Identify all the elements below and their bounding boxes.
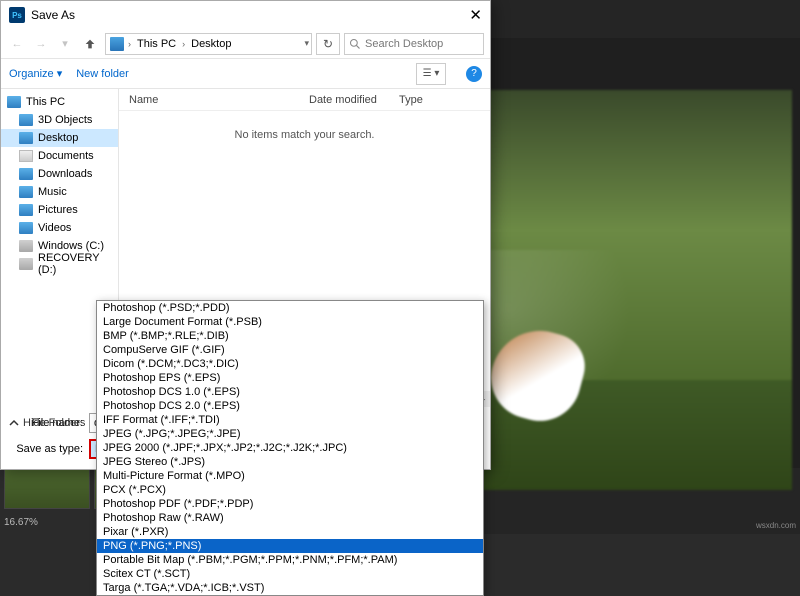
nav-toolbar: ← → ▾ › This PC › Desktop ▾ ↻ Search Des… bbox=[1, 29, 490, 59]
chevron-up-icon bbox=[9, 418, 19, 428]
file-type-option[interactable]: Pixar (*.PXR) bbox=[97, 525, 483, 539]
sidebar-item-documents[interactable]: Documents bbox=[1, 147, 118, 165]
file-type-option[interactable]: Dicom (*.DCM;*.DC3;*.DIC) bbox=[97, 357, 483, 371]
zoom-level[interactable]: 16.67% bbox=[4, 517, 38, 528]
sidebar-item-3d-objects[interactable]: 3D Objects bbox=[1, 111, 118, 129]
file-type-option[interactable]: Scitex CT (*.SCT) bbox=[97, 567, 483, 581]
file-type-option[interactable]: Large Document Format (*.PSB) bbox=[97, 315, 483, 329]
file-type-option[interactable]: Photoshop DCS 1.0 (*.EPS) bbox=[97, 385, 483, 399]
folder-icon bbox=[19, 186, 33, 198]
sidebar-item-desktop[interactable]: Desktop bbox=[1, 129, 118, 147]
sidebar-item-pictures[interactable]: Pictures bbox=[1, 201, 118, 219]
organize-toolbar: Organize ▾ New folder ☰ ▾ ? bbox=[1, 59, 490, 89]
hide-folders-toggle[interactable]: Hide Folders bbox=[9, 417, 85, 429]
sidebar-item-label: Music bbox=[38, 186, 67, 198]
breadcrumb-item[interactable]: Desktop bbox=[187, 36, 235, 52]
breadcrumb-item[interactable]: This PC bbox=[133, 36, 180, 52]
breadcrumb[interactable]: › This PC › Desktop ▾ bbox=[105, 33, 312, 55]
file-type-option[interactable]: CompuServe GIF (*.GIF) bbox=[97, 343, 483, 357]
back-button[interactable]: ← bbox=[7, 34, 27, 54]
dialog-title: Save As bbox=[31, 8, 75, 22]
chevron-right-icon: › bbox=[182, 39, 185, 49]
watermark-text: wsxdn.com bbox=[756, 521, 796, 530]
help-icon[interactable]: ? bbox=[466, 66, 482, 82]
file-type-option[interactable]: Photoshop Raw (*.RAW) bbox=[97, 511, 483, 525]
folder-icon bbox=[19, 240, 33, 252]
folder-icon bbox=[19, 222, 33, 234]
save-as-type-dropdown[interactable]: Photoshop (*.PSD;*.PDD)Large Document Fo… bbox=[96, 300, 484, 596]
file-type-option[interactable]: PNG (*.PNG;*.PNS) bbox=[97, 539, 483, 553]
up-button[interactable] bbox=[79, 34, 101, 54]
file-type-option[interactable]: JPEG (*.JPG;*.JPEG;*.JPE) bbox=[97, 427, 483, 441]
search-icon bbox=[349, 38, 361, 50]
file-type-option[interactable]: BMP (*.BMP;*.RLE;*.DIB) bbox=[97, 329, 483, 343]
sidebar-item-label: Downloads bbox=[38, 168, 92, 180]
sidebar-item-label: RECOVERY (D:) bbox=[38, 252, 114, 276]
pc-icon bbox=[110, 37, 124, 51]
column-date[interactable]: Date modified bbox=[309, 94, 399, 106]
organize-menu[interactable]: Organize ▾ bbox=[9, 67, 62, 80]
file-type-option[interactable]: PCX (*.PCX) bbox=[97, 483, 483, 497]
sidebar-item-downloads[interactable]: Downloads bbox=[1, 165, 118, 183]
recent-locations-button[interactable]: ▾ bbox=[55, 34, 75, 54]
folder-icon bbox=[19, 114, 33, 126]
chevron-down-icon[interactable]: ▾ bbox=[304, 38, 309, 49]
new-folder-button[interactable]: New folder bbox=[76, 68, 129, 80]
file-type-option[interactable]: Photoshop PDF (*.PDF;*.PDP) bbox=[97, 497, 483, 511]
file-type-option[interactable]: IFF Format (*.IFF;*.TDI) bbox=[97, 413, 483, 427]
file-type-option[interactable]: JPEG Stereo (*.JPS) bbox=[97, 455, 483, 469]
empty-folder-message: No items match your search. bbox=[119, 129, 490, 141]
column-type[interactable]: Type bbox=[399, 94, 459, 106]
folder-icon bbox=[19, 258, 33, 270]
close-icon[interactable]: ✕ bbox=[469, 6, 482, 24]
search-placeholder: Search Desktop bbox=[365, 38, 443, 50]
view-options-button[interactable]: ☰ ▾ bbox=[416, 63, 446, 85]
file-type-option[interactable]: Photoshop DCS 2.0 (*.EPS) bbox=[97, 399, 483, 413]
sidebar-item-label: Desktop bbox=[38, 132, 78, 144]
folder-icon bbox=[19, 204, 33, 216]
search-input[interactable]: Search Desktop bbox=[344, 33, 484, 55]
refresh-button[interactable]: ↻ bbox=[316, 33, 340, 55]
chevron-right-icon: › bbox=[128, 39, 131, 49]
file-type-option[interactable]: Photoshop (*.PSD;*.PDD) bbox=[97, 301, 483, 315]
forward-button[interactable]: → bbox=[31, 34, 51, 54]
sidebar-item-music[interactable]: Music bbox=[1, 183, 118, 201]
file-type-option[interactable]: Targa (*.TGA;*.VDA;*.ICB;*.VST) bbox=[97, 581, 483, 595]
file-type-option[interactable]: JPEG 2000 (*.JPF;*.JPX;*.JP2;*.J2C;*.J2K… bbox=[97, 441, 483, 455]
folder-icon bbox=[19, 150, 33, 162]
column-name[interactable]: Name bbox=[119, 94, 309, 106]
folder-icon bbox=[19, 168, 33, 180]
sidebar-item-this-pc[interactable]: This PC bbox=[1, 93, 118, 111]
sidebar-item-videos[interactable]: Videos bbox=[1, 219, 118, 237]
sidebar-item-recovery-d[interactable]: RECOVERY (D:) bbox=[1, 255, 118, 273]
sidebar-item-label: Windows (C:) bbox=[38, 240, 104, 252]
file-type-option[interactable]: Portable Bit Map (*.PBM;*.PGM;*.PPM;*.PN… bbox=[97, 553, 483, 567]
save-as-type-label: Save as type: bbox=[11, 443, 89, 455]
sidebar-item-label: 3D Objects bbox=[38, 114, 92, 126]
column-headers[interactable]: Name Date modified Type bbox=[119, 89, 490, 111]
sidebar-item-label: Pictures bbox=[38, 204, 78, 216]
photoshop-app-icon: Ps bbox=[9, 7, 25, 23]
file-type-option[interactable]: Multi-Picture Format (*.MPO) bbox=[97, 469, 483, 483]
file-type-option[interactable]: Photoshop EPS (*.EPS) bbox=[97, 371, 483, 385]
dialog-titlebar[interactable]: Ps Save As ✕ bbox=[1, 1, 490, 29]
sidebar-item-label: Videos bbox=[38, 222, 71, 234]
pc-icon bbox=[7, 96, 21, 108]
folder-icon bbox=[19, 132, 33, 144]
sidebar-item-label: Documents bbox=[38, 150, 94, 162]
